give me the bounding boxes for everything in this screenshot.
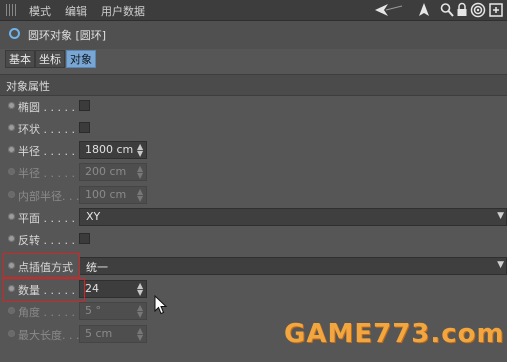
prop-label: 角度 . . . . . . bbox=[18, 306, 82, 319]
prop-row-inner-radius: 内部半径. . . 100 cm ▲ ▼ bbox=[0, 184, 507, 206]
prop-label: 反转 . . . . . . bbox=[18, 234, 82, 247]
reverse-checkbox[interactable] bbox=[79, 233, 90, 244]
inner-radius-value: 100 cm bbox=[85, 188, 127, 201]
tab-basic[interactable]: 基本 bbox=[5, 50, 35, 68]
object-title: 圆环对象 [圆环] bbox=[28, 29, 107, 42]
animate-dot-icon[interactable] bbox=[8, 102, 15, 109]
max-length-value: 5 cm bbox=[85, 327, 113, 340]
menu-mode[interactable]: 模式 bbox=[29, 3, 51, 19]
prop-row-plane: 平面 . . . . . . XY ▼ bbox=[0, 206, 507, 228]
prop-label: 半径 . . . . . . bbox=[18, 167, 82, 180]
spinner-arrows-icon[interactable]: ▲ ▼ bbox=[137, 143, 143, 158]
plane-value: XY bbox=[86, 210, 101, 223]
prop-row-radius: 半径 . . . . . . 1800 cm ▲ ▼ bbox=[0, 139, 507, 161]
radius-2-value: 200 cm bbox=[85, 165, 127, 178]
new-panel-icon[interactable] bbox=[488, 2, 504, 22]
inner-radius-input: 100 cm ▲ ▼ bbox=[79, 186, 147, 204]
menu-bar: 模式 编辑 用户数据 bbox=[0, 0, 507, 21]
animate-dot-icon[interactable] bbox=[8, 235, 15, 242]
target-icon[interactable] bbox=[470, 2, 486, 22]
angle-input: 5 ° ▲ ▼ bbox=[79, 302, 147, 320]
ellipse-checkbox[interactable] bbox=[79, 100, 90, 111]
prop-label: 最大长度. . . bbox=[18, 329, 80, 342]
prop-label: 环状 . . . . . . bbox=[18, 123, 82, 136]
section-header: 对象属性 bbox=[0, 74, 507, 96]
spinner-arrows-icon: ▲ ▼ bbox=[137, 164, 144, 180]
interpolation-select[interactable]: 统一 ▼ bbox=[79, 257, 507, 275]
menu-edit[interactable]: 编辑 bbox=[65, 3, 87, 19]
prop-row-ring: 环状 . . . . . . bbox=[0, 117, 507, 139]
prop-row-reverse: 反转 . . . . . . bbox=[0, 228, 507, 250]
prop-row-ellipse: 椭圆 . . . . . . bbox=[0, 95, 507, 117]
prop-label: 椭圆 . . . . . . bbox=[18, 101, 82, 114]
animate-dot-icon bbox=[8, 191, 15, 198]
spinner-arrows-icon: ▲ ▼ bbox=[137, 326, 144, 342]
animate-dot-icon[interactable] bbox=[8, 213, 15, 220]
animate-dot-icon[interactable] bbox=[8, 124, 15, 131]
section-title: 对象属性 bbox=[6, 80, 50, 93]
plane-select[interactable]: XY ▼ bbox=[79, 208, 507, 226]
angle-value: 5 ° bbox=[85, 304, 101, 317]
drag-grip-icon[interactable] bbox=[6, 4, 18, 16]
prop-label: 平面 . . . . . . bbox=[18, 212, 82, 225]
prop-label: 内部半径. . . bbox=[18, 190, 80, 203]
spinner-arrows-icon: ▲ ▼ bbox=[137, 187, 144, 203]
radius-input[interactable]: 1800 cm ▲ ▼ bbox=[79, 141, 147, 159]
count-value: 24 bbox=[85, 282, 99, 295]
search-icon[interactable] bbox=[440, 2, 454, 22]
chevron-down-icon: ▼ bbox=[497, 260, 504, 270]
animate-dot-icon bbox=[8, 330, 15, 337]
up-arrow-icon[interactable] bbox=[418, 2, 430, 22]
ring-checkbox[interactable] bbox=[79, 122, 90, 133]
animate-dot-icon bbox=[8, 307, 15, 314]
prop-row-radius-2: 半径 . . . . . . 200 cm ▲ ▼ bbox=[0, 161, 507, 183]
spinner-arrows-icon: ▲ ▼ bbox=[137, 303, 144, 319]
max-length-input: 5 cm ▲ ▼ bbox=[79, 325, 147, 343]
mouse-cursor-icon bbox=[154, 295, 168, 315]
watermark-logo: GAME773.com bbox=[284, 319, 505, 349]
lock-icon[interactable] bbox=[456, 2, 468, 22]
torus-object-icon bbox=[9, 28, 20, 39]
tab-object[interactable]: 对象 bbox=[66, 50, 96, 68]
back-arrow-icon[interactable] bbox=[374, 2, 404, 22]
animate-dot-icon[interactable] bbox=[8, 146, 15, 153]
radius-value: 1800 cm bbox=[85, 143, 134, 156]
menu-user-data[interactable]: 用户数据 bbox=[101, 3, 145, 19]
animate-dot-icon bbox=[8, 168, 15, 175]
count-input[interactable]: 24 ▲ ▼ bbox=[79, 280, 147, 298]
chevron-down-icon: ▼ bbox=[497, 211, 504, 221]
spinner-arrows-icon[interactable]: ▲ ▼ bbox=[137, 282, 143, 297]
interpolation-value: 统一 bbox=[86, 261, 108, 274]
highlight-box-interpolation bbox=[3, 253, 80, 278]
tab-coordinates[interactable]: 坐标 bbox=[35, 50, 65, 68]
prop-label: 半径 . . . . . . bbox=[18, 145, 82, 158]
radius-2-input: 200 cm ▲ ▼ bbox=[79, 163, 147, 181]
highlight-box-count bbox=[3, 278, 85, 302]
